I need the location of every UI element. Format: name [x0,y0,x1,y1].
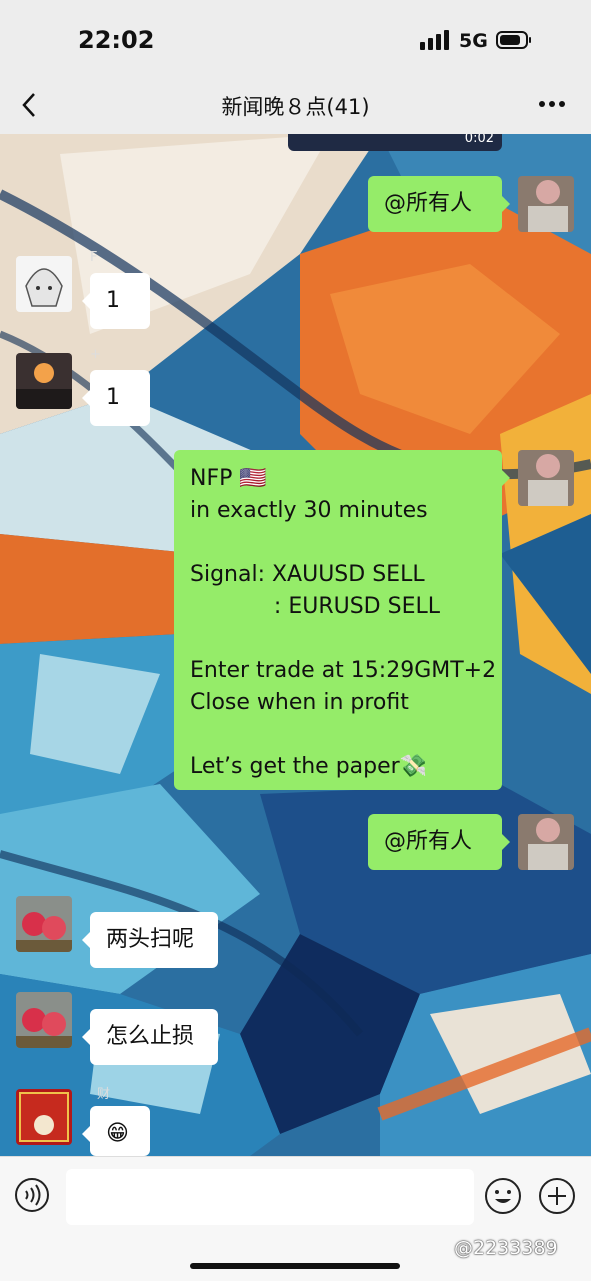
network-type: 5G [459,30,488,52]
message-line: Signal: XAUUSD SELL [190,562,425,587]
user-avatar-image [16,896,72,952]
status-bar: 22:02 5G [0,0,591,80]
message-line [190,527,486,559]
message-bubble[interactable]: 1 [82,273,150,329]
user-avatar-image [16,992,72,1048]
chat-title: 新闻晚８点(41) [221,95,370,119]
message-input[interactable] [66,1169,474,1225]
message-text: @所有人 [384,191,473,216]
message-line: Close when in profit [190,690,409,715]
message-bubble[interactable]: 怎么止损 [82,1009,218,1065]
signal-message-bubble[interactable]: NFP 🇺🇸 in exactly 30 minutes Signal: XAU… [174,450,510,790]
avatar[interactable] [16,1089,72,1145]
message-text: 两头扫呢 [106,927,195,952]
voice-input-icon[interactable] [14,1177,50,1213]
message-line: Enter trade at 15:29GMT+2 [190,658,497,683]
message-text: 😁 [106,1121,129,1146]
video-message[interactable]: 0:02 [288,131,502,151]
message-bubble[interactable]: @所有人 [368,176,510,232]
home-indicator [190,1263,400,1269]
message-text: 怎么止损 [106,1024,195,1049]
avatar[interactable] [518,450,574,506]
chat-input-bar: @2233389 [0,1156,591,1281]
message-bubble[interactable]: 😁 [82,1106,150,1156]
chat-header: 新闻晚８点(41) [0,80,591,134]
user-avatar-image [518,176,574,232]
user-avatar-image [518,450,574,506]
user-avatar-image [518,814,574,870]
watermark: @2233389 [454,1237,558,1259]
message-text: 1 [106,288,120,313]
avatar[interactable] [16,353,72,409]
avatar[interactable] [518,176,574,232]
battery-icon [496,31,531,49]
signal-icon [420,30,449,50]
emoji-icon[interactable] [484,1177,522,1215]
message-line: in exactly 30 minutes [190,498,428,523]
add-attachment-icon[interactable] [538,1177,576,1215]
message-text: 1 [106,385,120,410]
more-options-icon[interactable] [538,94,566,114]
message-line: NFP 🇺🇸 [190,466,267,491]
message-line: Let’s get the paper💸 [190,754,428,779]
user-avatar-image [16,256,72,312]
message-bubble[interactable]: 两头扫呢 [82,912,218,968]
message-line [190,719,486,751]
status-time: 22:02 [78,26,155,54]
sender-name: 财 [97,1087,111,1102]
message-line [190,623,486,655]
avatar[interactable] [16,256,72,312]
avatar[interactable] [16,992,72,1048]
avatar[interactable] [518,814,574,870]
avatar[interactable] [16,896,72,952]
message-bubble[interactable]: 1 [82,370,150,426]
message-bubble[interactable]: @所有人 [368,814,510,870]
message-line: : EURUSD SELL [190,594,440,619]
user-avatar-image [16,353,72,409]
message-text: @所有人 [384,829,473,854]
sender-name: F [90,250,98,265]
sender-name: + [90,347,101,362]
user-avatar-image [16,1089,72,1145]
